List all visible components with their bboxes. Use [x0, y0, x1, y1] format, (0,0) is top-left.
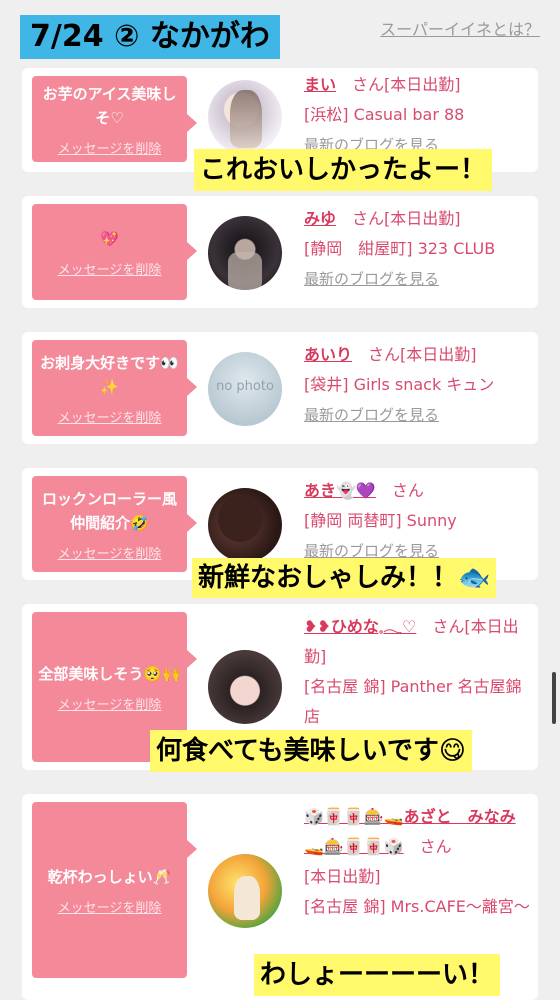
honorific: さん — [419, 837, 452, 856]
list-item: お刺身大好きです👀✨ メッセージを削除 no photo あいり さん[本日出勤… — [22, 332, 538, 444]
shop-link[interactable]: [静岡 両替町] Sunny — [304, 506, 530, 536]
cast-name-link[interactable]: まい — [304, 75, 336, 94]
message-bubble: 乾杯わっしょい🥂 メッセージを削除 — [32, 802, 197, 978]
caption-overlay: これおいしかったよー！ — [194, 149, 493, 191]
super-iine-help-link[interactable]: スーパーイイネとは？ — [380, 16, 540, 40]
shop-link[interactable]: [名古屋 錦] Panther 名古屋錦店 — [304, 672, 530, 732]
message-bubble: ロックンローラー風仲間紹介🤣 メッセージを削除 — [32, 476, 197, 572]
cast-name-link[interactable]: あいり — [304, 345, 352, 364]
status-badge: [本日出勤] — [384, 75, 461, 94]
scrollbar[interactable] — [552, 672, 556, 724]
page-title: 7/24 ② なかがわ — [20, 15, 280, 59]
shop-link[interactable]: [名古屋 錦] Mrs.CAFE〜離宮〜 — [304, 892, 530, 922]
caption-overlay: 何食べても美味しいです😋 — [150, 730, 472, 772]
message-text: 💖 — [100, 229, 119, 248]
delete-message-link[interactable]: メッセージを削除 — [58, 138, 162, 157]
cast-name-link[interactable]: みゆ — [304, 209, 336, 228]
profile-info: みゆ さん[本日出勤] [静岡 紺屋町] 323 CLUB 最新のブログを見る — [304, 204, 530, 294]
status-badge: [本日出勤] — [304, 867, 381, 886]
message-bubble: お刺身大好きです👀✨ メッセージを削除 — [32, 340, 197, 436]
profile-info: あき👻💜 さん [静岡 両替町] Sunny 最新のブログを見る — [304, 476, 530, 566]
message-text: 乾杯わっしょい🥂 — [47, 867, 172, 886]
honorific: さん — [432, 617, 465, 636]
latest-blog-link[interactable]: 最新のブログを見る — [304, 264, 530, 294]
message-text: 全部美味しそう🥺🙌 — [38, 664, 181, 683]
cast-name-link[interactable]: 🎲🀄🀄🎰🚤あざと みなみ🚤🎰🀄🀄🎲 — [304, 807, 516, 856]
avatar[interactable] — [208, 216, 282, 290]
shop-link[interactable]: [袋井] Girls snack キュン — [304, 370, 530, 400]
honorific: さん — [352, 75, 385, 94]
delete-message-link[interactable]: メッセージを削除 — [58, 543, 162, 562]
caption-overlay: わしょーーーーい！ — [254, 954, 501, 996]
message-bubble: 💖 メッセージを削除 — [32, 204, 197, 300]
profile-info: あいり さん[本日出勤] [袋井] Girls snack キュン 最新のブログ… — [304, 340, 530, 430]
message-bubble: お芋のアイス美味しそ♡ メッセージを削除 — [32, 76, 197, 162]
avatar[interactable] — [208, 854, 282, 928]
list-item: 💖 メッセージを削除 みゆ さん[本日出勤] [静岡 紺屋町] 323 CLUB… — [22, 196, 538, 308]
honorific: さん — [368, 345, 401, 364]
message-text: ロックンローラー風仲間紹介🤣 — [41, 489, 177, 532]
avatar[interactable] — [208, 650, 282, 724]
cast-name-link[interactable]: ❥❥ひめな𓈒𓂃♡ — [304, 617, 416, 636]
delete-message-link[interactable]: メッセージを削除 — [58, 407, 162, 426]
page-header: 7/24 ② なかがわ スーパーイイネとは？ — [0, 0, 560, 60]
caption-overlay: 新鮮なおしゃしみ！！🐟 — [192, 558, 497, 598]
shop-link[interactable]: [静岡 紺屋町] 323 CLUB — [304, 234, 530, 264]
latest-blog-link[interactable]: 最新のブログを見る — [304, 400, 530, 430]
honorific: さん — [352, 209, 385, 228]
profile-info: 🎲🀄🀄🎰🚤あざと みなみ🚤🎰🀄🀄🎲 さん [本日出勤] [名古屋 錦] Mrs.… — [304, 802, 530, 922]
profile-info: まい さん[本日出勤] [浜松] Casual bar 88 最新のブログを見る — [304, 70, 530, 160]
honorific: さん — [391, 481, 424, 500]
no-photo-label: no photo — [216, 379, 274, 394]
avatar[interactable] — [208, 80, 282, 154]
delete-message-link[interactable]: メッセージを削除 — [58, 897, 162, 916]
message-text: お刺身大好きです👀✨ — [40, 353, 179, 396]
cast-name-link[interactable]: あき👻💜 — [304, 481, 376, 500]
delete-message-link[interactable]: メッセージを削除 — [58, 259, 162, 278]
status-badge: [本日出勤] — [384, 209, 461, 228]
delete-message-link[interactable]: メッセージを削除 — [58, 694, 162, 713]
message-text: お芋のアイス美味しそ♡ — [42, 84, 177, 127]
avatar[interactable] — [208, 488, 282, 562]
status-badge: [本日出勤] — [400, 345, 477, 364]
profile-info: ❥❥ひめな𓈒𓂃♡ さん[本日出勤] [名古屋 錦] Panther 名古屋錦店 — [304, 612, 530, 732]
shop-link[interactable]: [浜松] Casual bar 88 — [304, 100, 530, 130]
avatar[interactable]: no photo — [208, 352, 282, 426]
